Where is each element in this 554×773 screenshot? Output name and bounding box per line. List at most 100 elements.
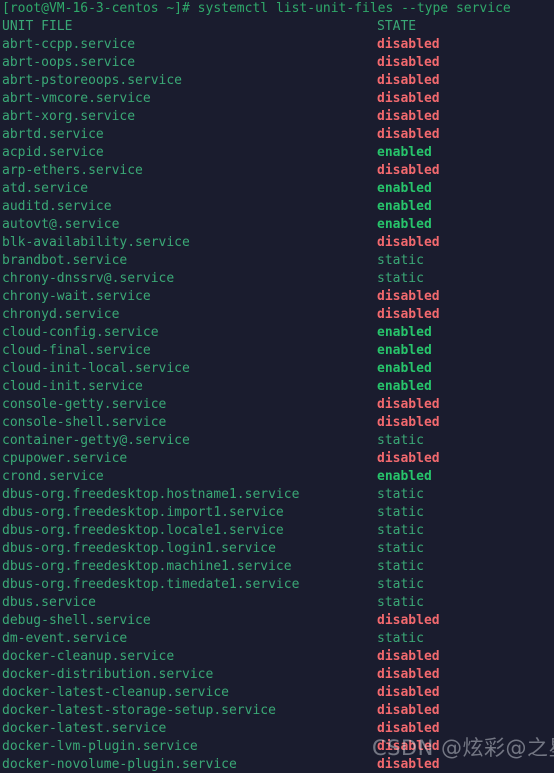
unit-file-state: static <box>377 631 424 646</box>
unit-file-state: disabled <box>377 757 440 772</box>
unit-file-name: dbus-org.freedesktop.login1.service <box>2 541 276 556</box>
unit-file-state: disabled <box>377 703 440 718</box>
unit-file-state: disabled <box>377 451 440 466</box>
unit-file-row: chrony-dnssrv@.service static <box>0 270 554 288</box>
unit-file-state: static <box>377 595 424 610</box>
unit-file-name: abrt-pstoreoops.service <box>2 73 183 88</box>
unit-file-state: disabled <box>377 91 440 106</box>
unit-file-name: debug-shell.service <box>2 613 151 628</box>
unit-file-name: console-shell.service <box>2 415 167 430</box>
unit-file-row: dm-event.service static <box>0 630 554 648</box>
unit-file-name: docker-latest-storage-setup.service <box>2 703 276 718</box>
unit-file-state: disabled <box>377 685 440 700</box>
unit-file-name: crond.service <box>2 469 104 484</box>
unit-file-row: container-getty@.service static <box>0 432 554 450</box>
unit-file-row: abrt-ccpp.service disabled <box>0 36 554 54</box>
header-state: STATE <box>377 19 417 34</box>
unit-file-row: abrt-pstoreoops.service disabled <box>0 72 554 90</box>
unit-file-state: static <box>377 577 424 592</box>
unit-file-row: brandbot.service static <box>0 252 554 270</box>
unit-file-row: cloud-init-local.service enabled <box>0 360 554 378</box>
unit-file-row: docker-latest-cleanup.service disabled <box>0 684 554 702</box>
unit-file-row: blk-availability.service disabled <box>0 234 554 252</box>
unit-file-name: docker-distribution.service <box>2 667 214 682</box>
unit-file-state: disabled <box>377 289 440 304</box>
unit-file-name: autovt@.service <box>2 217 120 232</box>
unit-file-name: dbus-org.freedesktop.machine1.service <box>2 559 292 574</box>
unit-file-row: console-getty.service disabled <box>0 396 554 414</box>
command-input: systemctl list-unit-files --type service <box>197 1 511 16</box>
unit-file-state: enabled <box>377 181 432 196</box>
unit-file-state: static <box>377 523 424 538</box>
unit-file-state: disabled <box>377 397 440 412</box>
unit-file-state: static <box>377 433 424 448</box>
unit-file-name: docker-lvm-plugin.service <box>2 739 198 754</box>
unit-file-name: chrony-dnssrv@.service <box>2 271 175 286</box>
unit-file-row: docker-latest-storage-setup.service disab… <box>0 702 554 720</box>
unit-file-row: dbus-org.freedesktop.locale1.service stat… <box>0 522 554 540</box>
unit-file-name: brandbot.service <box>2 253 128 268</box>
column-header-row: UNIT FILE STATE <box>0 18 554 36</box>
terminal-window[interactable]: [root@VM-16-3-centos ~]# systemctl list-… <box>0 0 554 773</box>
unit-file-name: cloud-init-local.service <box>2 361 190 376</box>
unit-file-row: abrt-vmcore.service disabled <box>0 90 554 108</box>
unit-file-state: static <box>377 541 424 556</box>
unit-file-name: acpid.service <box>2 145 104 160</box>
unit-file-row: dbus-org.freedesktop.hostname1.service st… <box>0 486 554 504</box>
unit-file-name: docker-cleanup.service <box>2 649 175 664</box>
unit-file-row: cloud-init.service enabled <box>0 378 554 396</box>
unit-file-name: cloud-init.service <box>2 379 143 394</box>
unit-file-name: abrtd.service <box>2 127 104 142</box>
unit-file-name: cloud-config.service <box>2 325 159 340</box>
unit-file-row: dbus-org.freedesktop.import1.service stat… <box>0 504 554 522</box>
unit-file-state: disabled <box>377 721 440 736</box>
unit-file-state: disabled <box>377 163 440 178</box>
unit-file-list: abrt-ccpp.service disabled abrt-oops.servi… <box>0 36 554 773</box>
unit-file-state: disabled <box>377 55 440 70</box>
unit-file-name: blk-availability.service <box>2 235 190 250</box>
command-text <box>190 1 198 16</box>
unit-file-row: abrtd.service disabled <box>0 126 554 144</box>
unit-file-state: disabled <box>377 73 440 88</box>
unit-file-name: arp-ethers.service <box>2 163 143 178</box>
unit-file-name: container-getty@.service <box>2 433 190 448</box>
unit-file-row: cpupower.service disabled <box>0 450 554 468</box>
unit-file-row: docker-distribution.service disabled <box>0 666 554 684</box>
unit-file-state: disabled <box>377 415 440 430</box>
unit-file-state: disabled <box>377 613 440 628</box>
unit-file-state: enabled <box>377 325 432 340</box>
command-line: [root@VM-16-3-centos ~]# systemctl list-… <box>0 0 554 18</box>
unit-file-name: chrony-wait.service <box>2 289 151 304</box>
unit-file-state: disabled <box>377 649 440 664</box>
unit-file-state: enabled <box>377 217 432 232</box>
unit-file-row: docker-novolume-plugin.service disabled <box>0 756 554 773</box>
unit-file-row: docker-cleanup.service disabled <box>0 648 554 666</box>
unit-file-row: dbus-org.freedesktop.timedate1.service st… <box>0 576 554 594</box>
unit-file-row: docker-lvm-plugin.service disabled <box>0 738 554 756</box>
unit-file-name: dbus-org.freedesktop.timedate1.service <box>2 577 300 592</box>
unit-file-name: chronyd.service <box>2 307 120 322</box>
unit-file-name: abrt-xorg.service <box>2 109 136 124</box>
unit-file-row: acpid.service enabled <box>0 144 554 162</box>
unit-file-name: dbus-org.freedesktop.hostname1.service <box>2 487 300 502</box>
unit-file-row: docker-latest.service disabled <box>0 720 554 738</box>
header-unit-file: UNIT FILE <box>2 19 73 34</box>
unit-file-state: disabled <box>377 127 440 142</box>
unit-file-row: abrt-oops.service disabled <box>0 54 554 72</box>
shell-prompt: [root@VM-16-3-centos ~]# <box>2 1 190 16</box>
unit-file-name: abrt-ccpp.service <box>2 37 136 52</box>
unit-file-row: arp-ethers.service disabled <box>0 162 554 180</box>
unit-file-name: abrt-vmcore.service <box>2 91 151 106</box>
unit-file-name: cpupower.service <box>2 451 128 466</box>
unit-file-state: enabled <box>377 199 432 214</box>
unit-file-state: disabled <box>377 739 440 754</box>
unit-file-name: docker-latest-cleanup.service <box>2 685 229 700</box>
unit-file-row: debug-shell.service disabled <box>0 612 554 630</box>
unit-file-row: atd.service enabled <box>0 180 554 198</box>
unit-file-name: docker-novolume-plugin.service <box>2 757 237 772</box>
unit-file-row: dbus-org.freedesktop.machine1.service sta… <box>0 558 554 576</box>
unit-file-row: crond.service enabled <box>0 468 554 486</box>
unit-file-row: cloud-final.service enabled <box>0 342 554 360</box>
unit-file-state: static <box>377 505 424 520</box>
unit-file-row: chronyd.service disabled <box>0 306 554 324</box>
